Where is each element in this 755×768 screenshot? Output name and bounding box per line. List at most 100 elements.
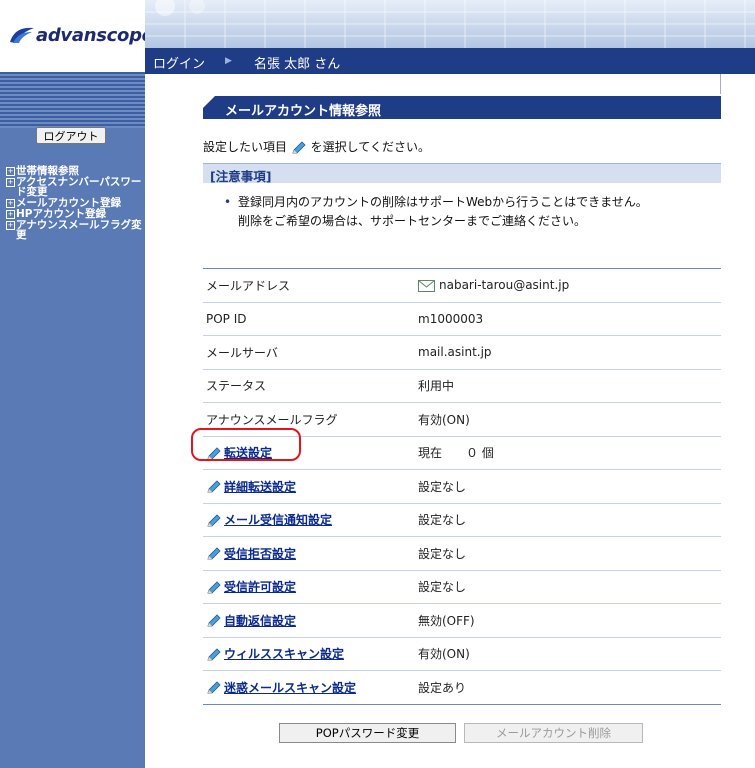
- setting-link-cell[interactable]: 受信拒否設定: [203, 536, 418, 570]
- sidebar-item-hp-account[interactable]: + HPアカウント登録: [6, 209, 142, 219]
- notice-line-2: 削除をご希望の場合は、サポートセンターまでご連絡ください。: [238, 214, 587, 228]
- setting-link-cell[interactable]: 詳細転送設定: [203, 469, 418, 503]
- logout-button[interactable]: ログアウト: [36, 127, 106, 144]
- setting-link[interactable]: 自動返信設定: [224, 614, 296, 628]
- setting-link[interactable]: ウィルススキャン設定: [224, 647, 344, 661]
- bullet-icon: •: [224, 195, 232, 209]
- sidebar-item-household-info[interactable]: + 世帯情報参照: [6, 166, 142, 176]
- field-value-cell: 無効(OFF): [418, 603, 721, 637]
- field-value: 設定なし: [418, 513, 467, 528]
- setting-link-cell[interactable]: 迷惑メールスキャン設定: [203, 670, 418, 705]
- plus-box-icon: +: [6, 167, 15, 176]
- field-label: アナウンスメールフラグ: [206, 412, 338, 427]
- field-value-cell: nabari-tarou@asint.jp: [418, 268, 721, 302]
- field-label-cell: メールサーバ: [203, 335, 418, 369]
- plus-box-icon: +: [6, 221, 15, 230]
- table-row: 転送設定 現在 ０ 個: [203, 435, 721, 470]
- instruction-after: を選択してください。: [310, 140, 430, 154]
- notice-line-1: 登録同月内のアカウントの削除はサポートWebから行うことはできません。: [238, 195, 648, 209]
- header-banner: [145, 0, 755, 48]
- pencil-icon: [207, 614, 221, 627]
- pencil-icon: [207, 581, 221, 594]
- sidebar-item-access-password[interactable]: + アクセスナンバーパスワード変更: [6, 177, 142, 197]
- field-value: 有効(ON): [418, 412, 470, 427]
- table-row: POP ID m1000003: [203, 301, 721, 336]
- login-label: ログイン: [153, 57, 206, 72]
- setting-link[interactable]: 受信許可設定: [224, 580, 296, 594]
- content-top-strip: [145, 74, 721, 94]
- field-label-cell: メールアドレス: [203, 268, 418, 302]
- field-value-cell: 設定なし: [418, 502, 721, 537]
- pencil-icon: [207, 681, 221, 694]
- pencil-icon: [207, 447, 221, 460]
- table-row: 詳細転送設定 設定なし: [203, 469, 721, 503]
- setting-link[interactable]: 転送設定: [224, 446, 272, 460]
- mail-icon: [418, 279, 435, 292]
- plus-box-icon: +: [6, 210, 15, 219]
- field-value: 有効(ON): [418, 647, 470, 662]
- table-row: ステータス 利用中: [203, 368, 721, 403]
- setting-link-cell[interactable]: 受信許可設定: [203, 569, 418, 604]
- sidebar-item-announce-flag[interactable]: + アナウンスメールフラグ変更: [6, 220, 142, 240]
- field-value-cell: 有効(ON): [418, 402, 721, 436]
- plus-box-icon: +: [6, 199, 15, 208]
- field-label: メールアドレス: [206, 278, 291, 293]
- field-value-cell: 設定なし: [418, 569, 721, 604]
- field-label-cell: POP ID: [203, 301, 418, 336]
- field-value: 現在 ０ 個: [418, 446, 494, 461]
- pop-password-change-button[interactable]: POPパスワード変更: [279, 723, 456, 743]
- notice-header: [注意事項]: [203, 163, 721, 184]
- field-value-cell: m1000003: [418, 301, 721, 336]
- field-value-cell: 設定あり: [418, 670, 721, 705]
- table-row: 自動返信設定 無効(OFF): [203, 603, 721, 637]
- setting-link-cell[interactable]: ウィルススキャン設定: [203, 636, 418, 671]
- page-title-bar: メールアカウント情報参照: [203, 96, 721, 119]
- setting-link-cell[interactable]: 自動返信設定: [203, 603, 418, 637]
- table-row: ウィルススキャン設定 有効(ON): [203, 636, 721, 671]
- brand-name: advanscope: [36, 25, 154, 46]
- table-row: アナウンスメールフラグ 有効(ON): [203, 402, 721, 436]
- field-label: ステータス: [206, 379, 267, 394]
- setting-link[interactable]: メール受信通知設定: [224, 513, 332, 527]
- field-value-cell: 利用中: [418, 368, 721, 403]
- field-value-cell: 有効(ON): [418, 636, 721, 671]
- field-value: 設定なし: [418, 479, 467, 494]
- field-label: POP ID: [206, 311, 247, 326]
- pencil-icon: [207, 480, 221, 493]
- advanscope-logo-icon: [10, 27, 34, 43]
- setting-link[interactable]: 受信拒否設定: [224, 547, 296, 561]
- mail-account-table: メールアドレス nabari-tarou@asint.jp POP ID m10000…: [203, 268, 721, 705]
- instruction-before: 設定したい項目: [203, 140, 288, 154]
- setting-link-cell[interactable]: 転送設定: [203, 435, 418, 470]
- field-value-cell: 設定なし: [418, 469, 721, 503]
- pencil-icon: [207, 547, 221, 560]
- logo-area: advanscope: [0, 0, 154, 72]
- field-value: 設定なし: [418, 580, 467, 595]
- pencil-icon: [207, 648, 221, 661]
- field-value: mail.asint.jp: [418, 345, 492, 360]
- instruction-text: 設定したい項目 を選択してください。: [203, 138, 430, 155]
- user-name: 名張 太郎 さん: [254, 57, 341, 72]
- table-row: 受信許可設定 設定なし: [203, 569, 721, 604]
- table-row: 受信拒否設定 設定なし: [203, 536, 721, 570]
- pencil-icon: [292, 140, 306, 153]
- field-label: メールサーバ: [206, 345, 278, 360]
- field-label-cell: ステータス: [203, 368, 418, 403]
- table-row: メールアドレス nabari-tarou@asint.jp: [203, 268, 721, 302]
- setting-link-cell[interactable]: メール受信通知設定: [203, 502, 418, 537]
- field-value-cell: 現在 ０ 個: [418, 435, 721, 470]
- field-label-cell: アナウンスメールフラグ: [203, 402, 418, 436]
- sidebar-menu: + 世帯情報参照 + アクセスナンバーパスワード変更 + メールアカウント登録 + HP…: [6, 166, 142, 241]
- login-status-bar: ログイン ▶ 名張 太郎 さん: [145, 48, 755, 74]
- sidebar-item-mail-account[interactable]: + メールアカウント登録: [6, 198, 142, 208]
- mail-account-delete-button[interactable]: メールアカウント削除: [464, 723, 643, 743]
- table-row: メール受信通知設定 設定なし: [203, 502, 721, 537]
- setting-link[interactable]: 迷惑メールスキャン設定: [224, 681, 356, 695]
- separator-icon: ▶: [225, 56, 232, 66]
- table-row: メールサーバ mail.asint.jp: [203, 335, 721, 369]
- sidebar-stripes: [0, 72, 145, 128]
- setting-link[interactable]: 詳細転送設定: [224, 480, 296, 494]
- field-value: 無効(OFF): [418, 613, 475, 628]
- sidebar-item-label: アクセスナンバーパスワード変更: [16, 176, 142, 198]
- notice-title: [注意事項]: [210, 169, 272, 184]
